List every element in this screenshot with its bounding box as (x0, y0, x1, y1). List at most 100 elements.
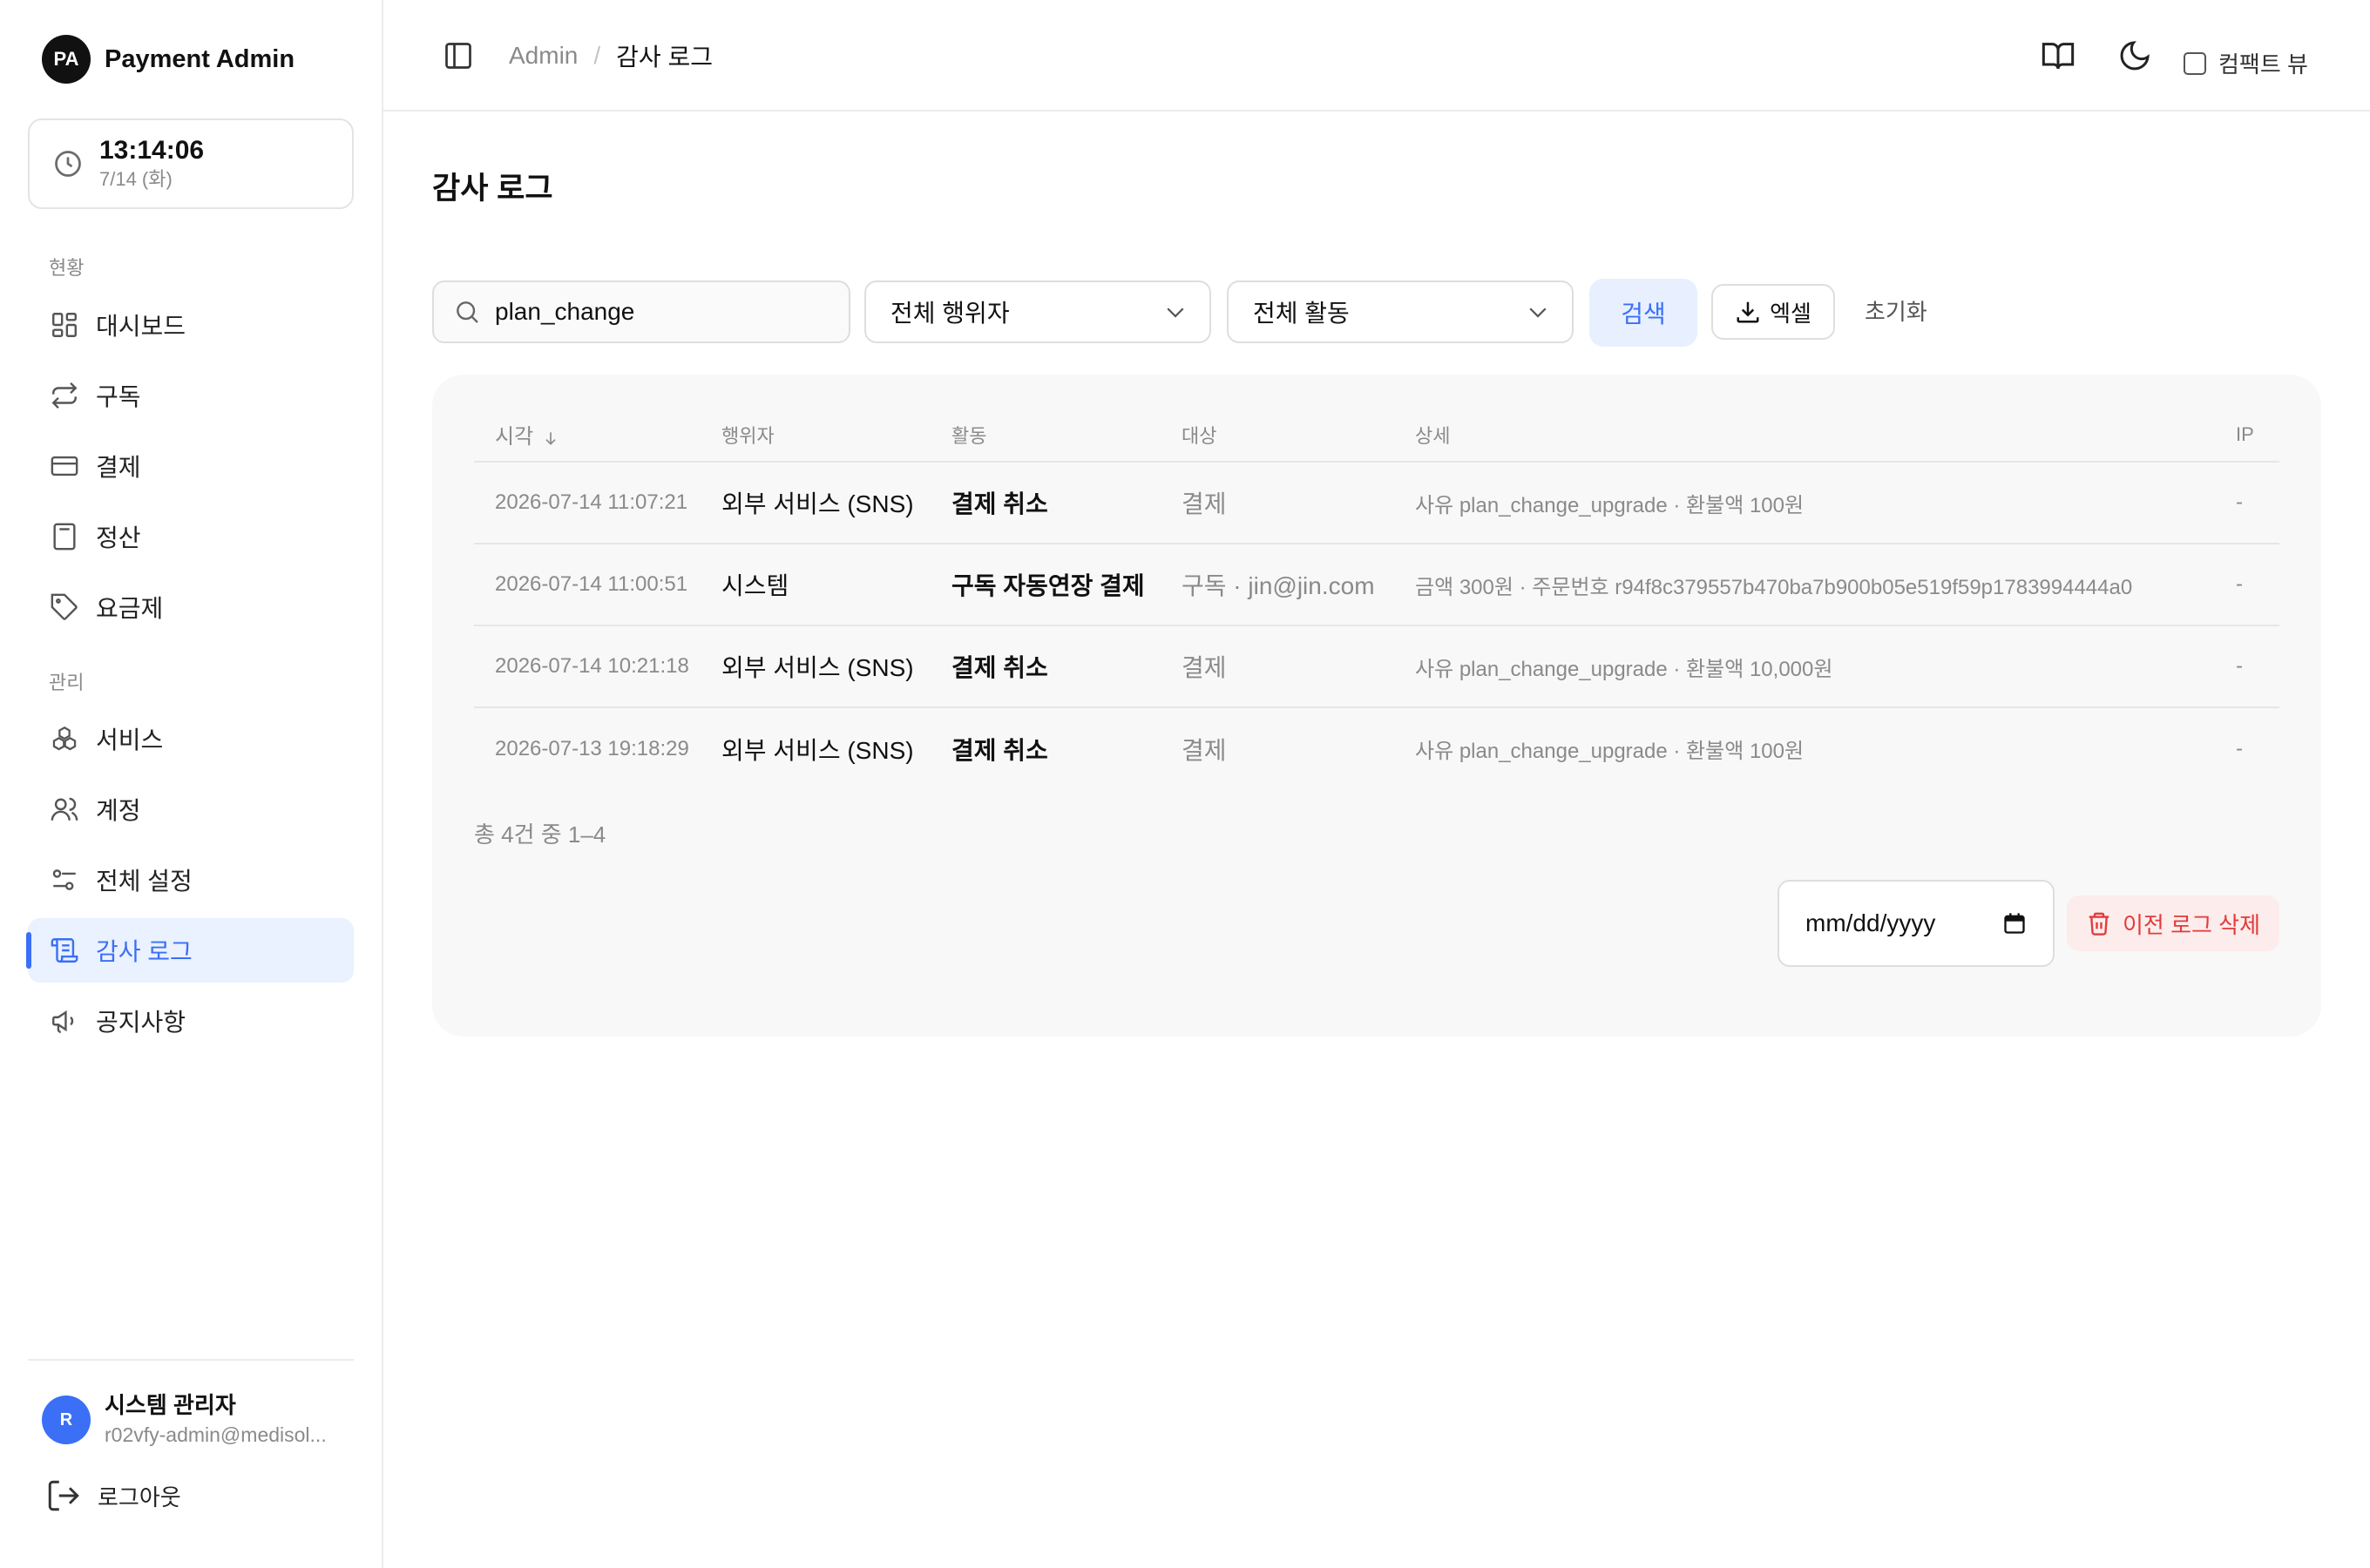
user-email: r02vfy-admin@medisol... (105, 1423, 327, 1446)
sidebar-item-label: 공지사항 (96, 1009, 186, 1036)
sidebar-item-label: 대시보드 (96, 313, 186, 340)
page-title: 감사 로그 (432, 172, 553, 206)
top-header: Admin / 감사 로그 컴팩트 뷰 (383, 0, 2370, 112)
sidebar-item-label: 구독 (96, 383, 141, 410)
sidebar-item-label: 감사 로그 (96, 938, 193, 965)
moon-icon[interactable] (2117, 38, 2152, 73)
column-header-time[interactable]: 시각 (474, 408, 721, 463)
table-row[interactable]: 2026-07-14 11:07:21 외부 서비스 (SNS) 결제 취소 결… (474, 462, 2279, 544)
user-profile[interactable]: R 시스템 관리자 r02vfy-admin@medisol... (42, 1390, 345, 1450)
delete-old-logs-button[interactable]: 이전 로그 삭제 (2067, 896, 2279, 951)
cell-time: 2026-07-14 11:07:21 (474, 462, 721, 544)
section-label-status: 현황 (49, 257, 85, 279)
brand-name: Payment Admin (105, 44, 295, 73)
compact-view-label: 컴팩트 뷰 (2218, 51, 2308, 78)
cell-ip: - (2236, 544, 2279, 626)
boxes-icon (49, 723, 80, 754)
excel-download-button[interactable]: 엑셀 (1711, 284, 1835, 340)
cell-target: 결제 (1182, 625, 1415, 708)
cell-ip: - (2236, 462, 2279, 544)
cell-target: 결제 (1182, 462, 1415, 544)
activity-select-value: 전체 활동 (1253, 300, 1350, 327)
chevron-down-icon (1167, 308, 1184, 318)
cell-detail: 사유 plan_change_upgrade · 환불액 10,000원 (1415, 625, 2236, 708)
sidebar-item-plans[interactable]: 요금제 (28, 575, 354, 639)
sidebar-item-notices[interactable]: 공지사항 (28, 989, 354, 1053)
cell-actor: 외부 서비스 (SNS) (721, 736, 914, 764)
excel-button-label: 엑셀 (1770, 300, 1811, 327)
calendar-icon[interactable] (2002, 911, 2027, 936)
book-icon[interactable] (2041, 38, 2075, 73)
avatar: R (42, 1396, 91, 1444)
section-label-manage: 관리 (49, 672, 85, 693)
actor-select-value: 전체 행위자 (890, 300, 1010, 327)
activity-select[interactable]: 전체 활동 (1227, 280, 1574, 343)
brand-logo: PA (42, 35, 91, 84)
table-header-row: 시각 행위자 활동 대상 상세 IP (474, 408, 2279, 463)
sidebar-item-dashboard[interactable]: 대시보드 (28, 293, 354, 357)
breadcrumb-separator: / (593, 42, 601, 69)
reset-button[interactable]: 초기화 (1865, 294, 1927, 327)
sidebar-item-subscription[interactable]: 구독 (28, 363, 354, 428)
purge-date-input[interactable]: mm/dd/yyyy (1778, 880, 2055, 967)
sidebar-item-label: 계정 (96, 797, 141, 824)
sidebar-toggle-icon[interactable] (443, 40, 474, 71)
sidebar: PA Payment Admin 13:14:06 7/14 (화) 현황 대시… (0, 0, 383, 1568)
pagination-summary: 총 4건 중 1–4 (474, 821, 606, 848)
clock-time: 13:14:06 (99, 136, 205, 165)
audit-log-card: 시각 행위자 활동 대상 상세 IP 2026-07-14 11:07:21 외… (432, 375, 2321, 1037)
logout-label: 로그아웃 (98, 1484, 181, 1511)
clock-widget: 13:14:06 7/14 (화) (28, 118, 354, 209)
table-row[interactable]: 2026-07-13 19:18:29 외부 서비스 (SNS) 결제 취소 결… (474, 707, 2279, 789)
cell-detail: 사유 plan_change_upgrade · 환불액 100원 (1415, 462, 2236, 544)
sidebar-item-settlement[interactable]: 정산 (28, 504, 354, 569)
cell-activity: 결제 취소 (951, 462, 1182, 544)
sidebar-item-services[interactable]: 서비스 (28, 706, 354, 771)
sidebar-item-label: 결제 (96, 454, 141, 481)
credit-card-icon (49, 450, 80, 482)
breadcrumb: Admin / 감사 로그 (509, 38, 713, 73)
table-row[interactable]: 2026-07-14 10:21:18 외부 서비스 (SNS) 결제 취소 결… (474, 625, 2279, 708)
logout-button[interactable]: 로그아웃 (45, 1477, 181, 1514)
scroll-icon (49, 935, 80, 966)
cell-ip: - (2236, 625, 2279, 708)
search-field[interactable] (432, 280, 850, 343)
cell-actor: 외부 서비스 (SNS) (721, 625, 951, 708)
date-placeholder: mm/dd/yyyy (1805, 909, 1936, 936)
compact-view-toggle[interactable]: 컴팩트 뷰 (2184, 47, 2308, 79)
search-input[interactable] (495, 298, 826, 326)
sort-down-icon (545, 431, 556, 445)
cell-target: 구독 · jin@jin.com (1182, 544, 1415, 626)
repeat-icon (49, 380, 80, 411)
cell-activity: 구독 자동연장 결제 (951, 544, 1182, 626)
sidebar-item-accounts[interactable]: 계정 (28, 777, 354, 841)
sidebar-item-label: 요금제 (96, 595, 164, 622)
search-button[interactable]: 검색 (1589, 279, 1697, 347)
sidebar-item-payment[interactable]: 결제 (28, 434, 354, 498)
breadcrumb-root[interactable]: Admin (509, 42, 578, 70)
compact-view-checkbox[interactable] (2184, 51, 2206, 75)
clock-date: 7/14 (화) (99, 168, 173, 190)
column-header-time-label: 시각 (495, 425, 534, 449)
cell-detail: 금액 300원 · 주문번호 r94f8c379557b470ba7b900b0… (1415, 544, 2236, 626)
column-header-actor: 행위자 (721, 408, 951, 463)
cell-time: 2026-07-14 10:21:18 (474, 625, 721, 708)
delete-button-label: 이전 로그 삭제 (2123, 911, 2260, 938)
sidebar-item-settings[interactable]: 전체 설정 (28, 848, 354, 912)
logout-icon (48, 1480, 79, 1511)
column-header-activity: 활동 (951, 408, 1182, 463)
grid-icon (49, 309, 80, 341)
brand[interactable]: PA Payment Admin (42, 35, 295, 84)
user-name: 시스템 관리자 (105, 1392, 236, 1418)
megaphone-icon (49, 1005, 80, 1037)
sliders-icon (49, 864, 80, 896)
tag-icon (49, 591, 80, 623)
sidebar-item-audit-log[interactable]: 감사 로그 (26, 918, 354, 983)
download-icon (1737, 301, 1759, 323)
cell-time: 2026-07-14 11:00:51 (474, 544, 721, 626)
trash-icon (2089, 912, 2109, 936)
table-row[interactable]: 2026-07-14 11:00:51 시스템 구독 자동연장 결제 구독 · … (474, 544, 2279, 626)
audit-log-table: 시각 행위자 활동 대상 상세 IP 2026-07-14 11:07:21 외… (474, 408, 2279, 789)
actor-select[interactable]: 전체 행위자 (864, 280, 1211, 343)
sidebar-divider (28, 1359, 354, 1361)
